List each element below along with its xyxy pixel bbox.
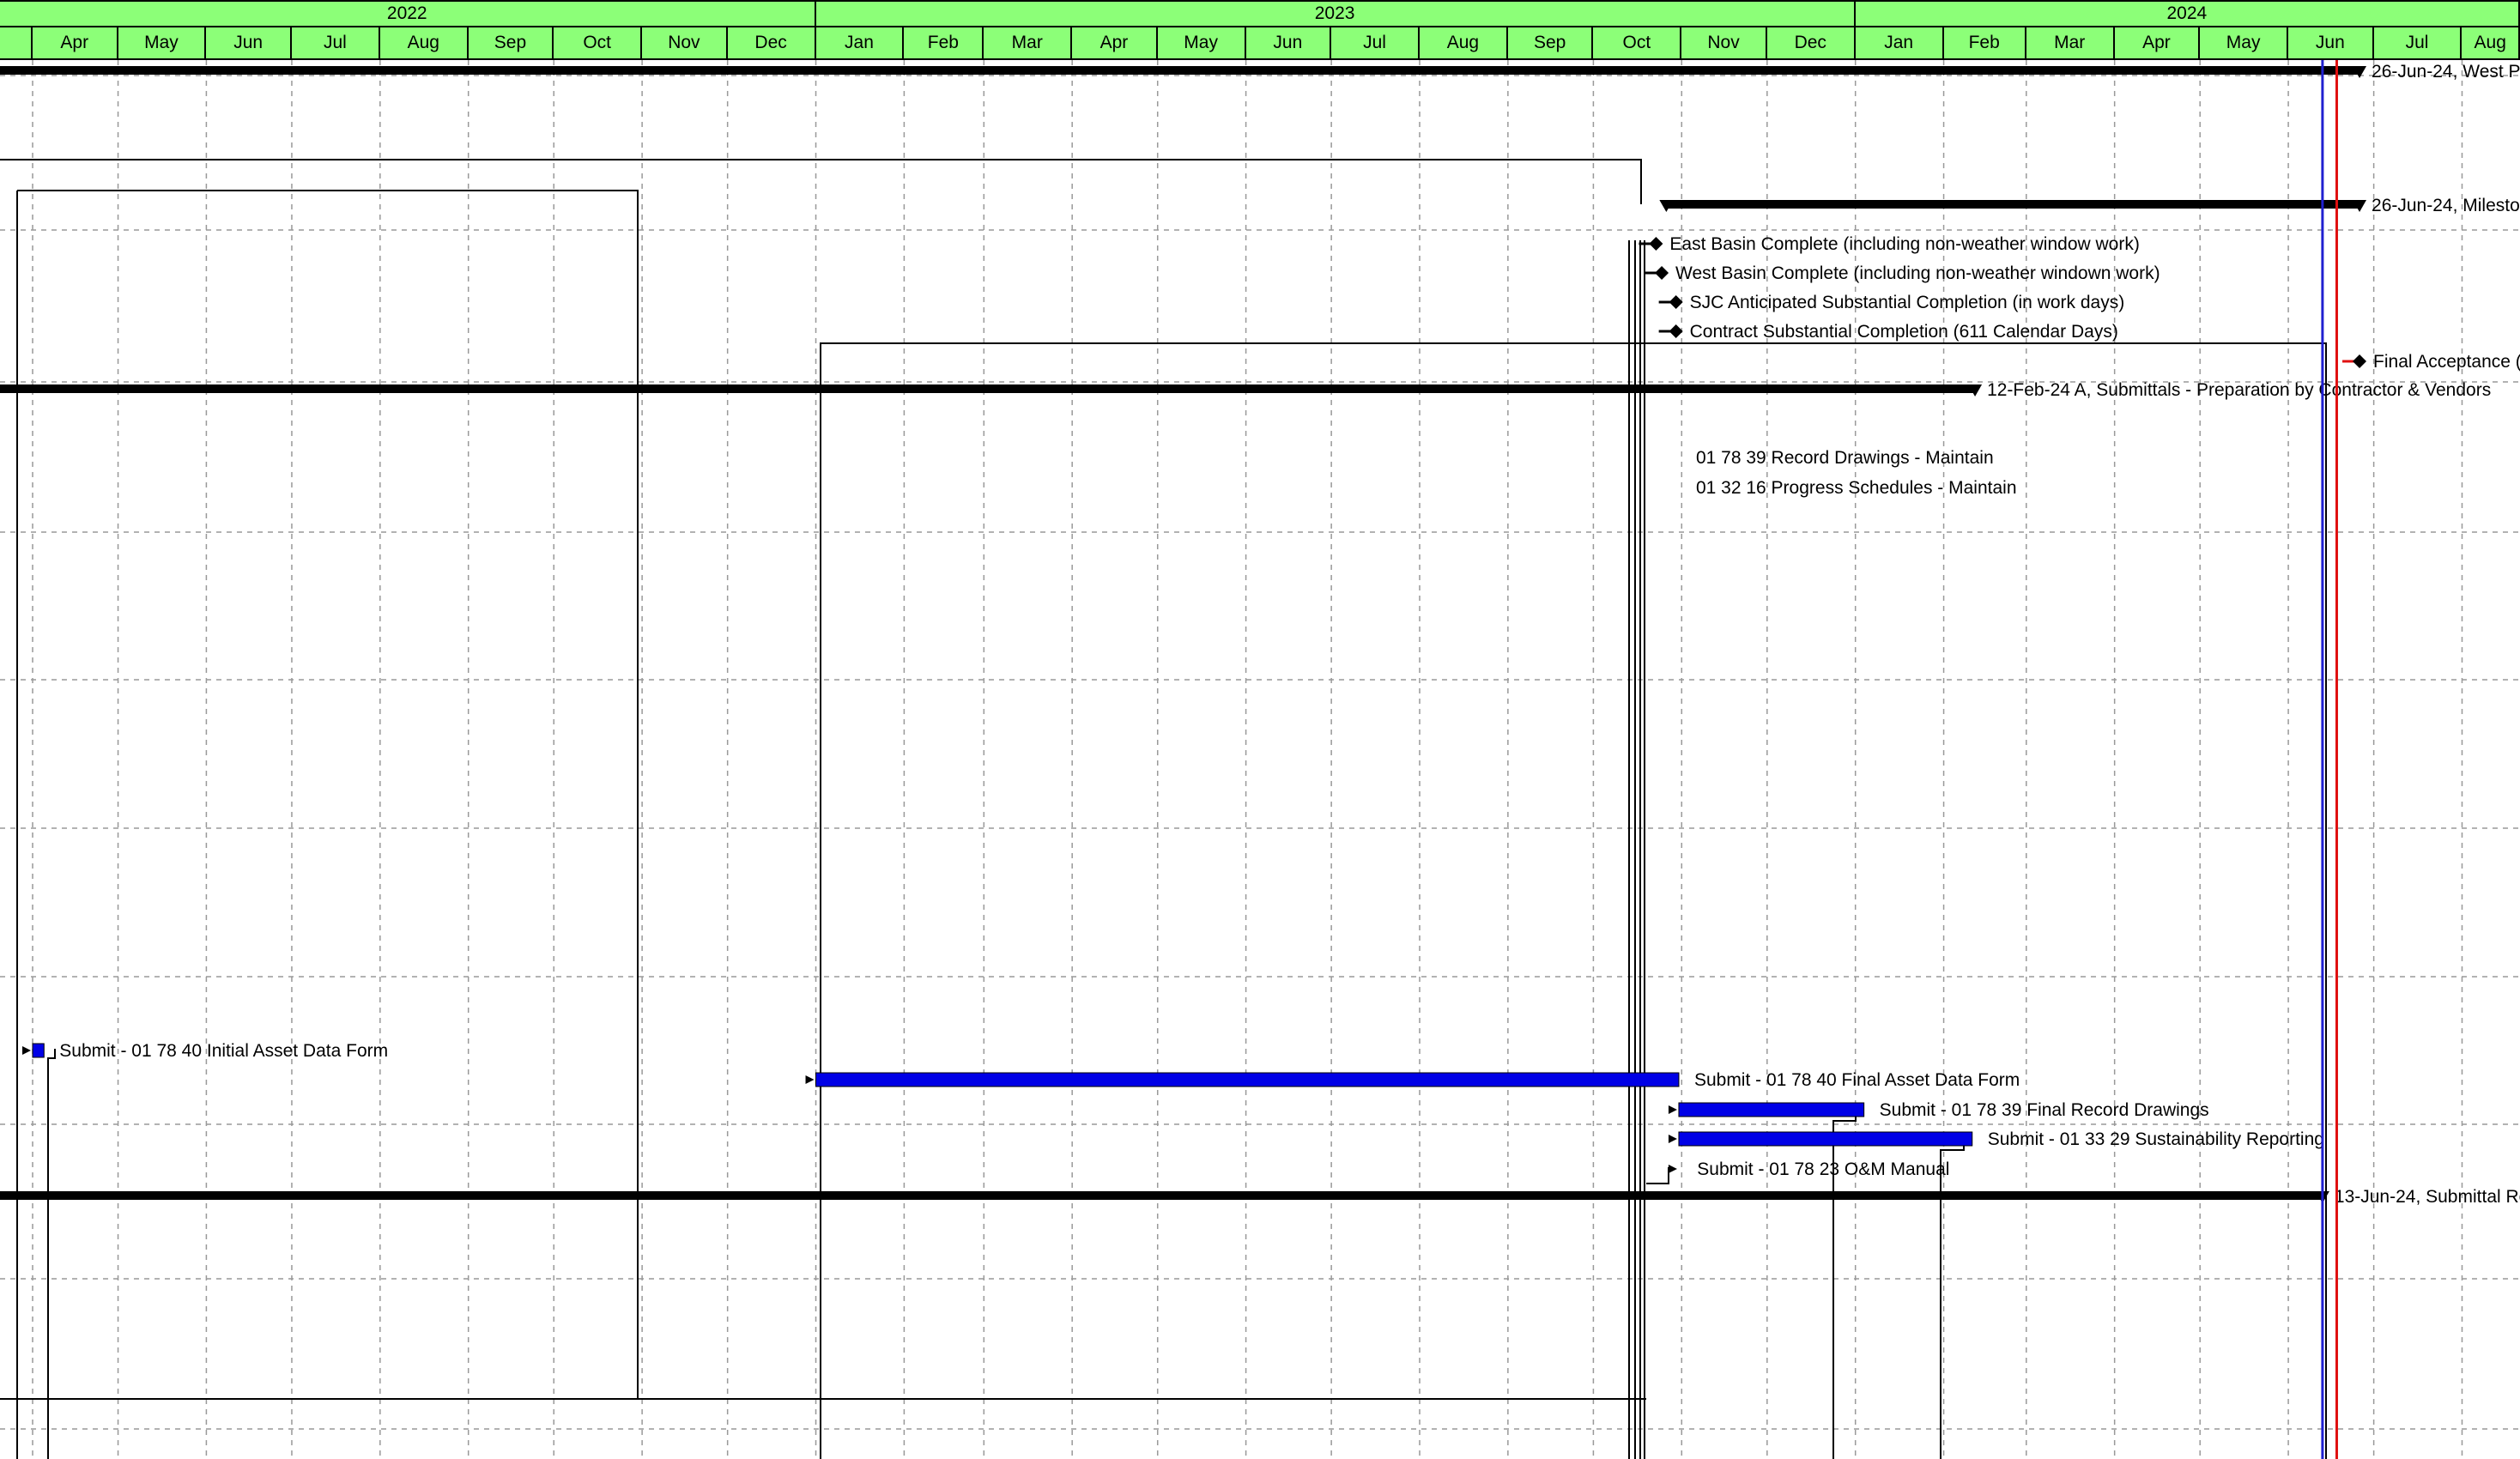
summary-bar-label: 26-Jun-24, Milestone: [2372, 196, 2520, 215]
month-header-2022-11: Nov: [642, 27, 728, 60]
month-header-2024-05: May: [2200, 27, 2289, 60]
gantt-bar-area: 26-Jun-24, West Po 26-Jun-24, Milestone 12…: [0, 60, 2520, 1459]
month-header-2024-01: Jan: [1855, 27, 1944, 60]
year-header-2023: 2023: [815, 0, 1856, 27]
month-header-2022-03: [0, 27, 33, 60]
gantt-chart: 2022 2023 2024 Apr May Jun Jul Aug Sep Oct Nov Dec…: [0, 0, 2520, 1459]
summary-bar-label: 12-Feb-24 A, Submittals - Preparation by…: [1987, 380, 2491, 400]
month-header-2023-05: May: [1157, 27, 1246, 60]
summary-bar: [1664, 200, 2360, 209]
month-header-2022-10: Oct: [554, 27, 643, 60]
activity-label: 01 32 16 Progress Schedules - Maintain: [1696, 478, 2017, 498]
month-header-2022-05: May: [118, 27, 207, 60]
milestone-label: Contract Substantial Completion (611 Cal…: [1690, 322, 2118, 342]
activity-arrow: [1668, 1165, 1677, 1173]
month-header-2022-08: Aug: [379, 27, 469, 60]
summary-bar-label: 13-Jun-24, Submittal Rev: [2335, 1187, 2520, 1207]
summary-bar: [0, 1191, 2323, 1200]
activity-label: Submit - 01 78 23 O&M Manual: [1697, 1159, 1949, 1179]
month-header-2023-10: Oct: [1593, 27, 1682, 60]
month-header-2022-04: Apr: [33, 27, 118, 60]
logic-line: [17, 190, 639, 1400]
activity-label: 01 78 39 Record Drawings - Maintain: [1696, 448, 1994, 468]
month-header-2023-08: Aug: [1420, 27, 1508, 60]
milestone-diamond: [2353, 354, 2367, 368]
milestone-diamond: [1669, 324, 1683, 338]
month-header-2024-03: Mar: [2026, 27, 2115, 60]
logic-line: [1646, 1167, 1669, 1184]
timescale-year-row: 2022 2023 2024: [0, 0, 2520, 27]
month-header-2023-06: Jun: [1245, 27, 1332, 60]
activity-arrow: [22, 1046, 31, 1055]
month-header-2024-04: Apr: [2114, 27, 2201, 60]
milestone-label: West Basin Complete (including non-weath…: [1675, 263, 2160, 283]
month-header-2022-07: Jul: [291, 27, 380, 60]
activity-label: Submit - 01 33 29 Sustainability Reporti…: [1988, 1129, 2324, 1149]
logic-line: [47, 1049, 56, 1459]
summary-bar: [0, 384, 1976, 393]
month-header-2023-07: Jul: [1331, 27, 1420, 60]
timescale-month-row: Apr May Jun Jul Aug Sep Oct Nov Dec Jan Feb Mar Apr M…: [0, 27, 2520, 60]
activity-bar: [1678, 1102, 1865, 1117]
month-header-2024-08: Aug: [2462, 27, 2520, 60]
milestone-diamond: [1655, 266, 1669, 280]
milestone-diamond: [1669, 295, 1683, 309]
month-header-2023-12: Dec: [1766, 27, 1856, 60]
logic-line: [0, 159, 1642, 204]
year-header-2024: 2024: [1855, 0, 2520, 27]
month-header-2024-06: Jun: [2288, 27, 2374, 60]
month-header-2023-04: Apr: [1072, 27, 1158, 60]
logic-line: [820, 342, 2327, 1459]
month-header-2023-01: Jan: [815, 27, 905, 60]
activity-label: Submit - 01 78 40 Final Asset Data Form: [1694, 1070, 2020, 1090]
month-header-2022-06: Jun: [206, 27, 292, 60]
month-header-2023-02: Feb: [904, 27, 984, 60]
activity-bar: [1678, 1131, 1973, 1147]
milestone-label: East Basin Complete (including non-weath…: [1669, 234, 2139, 254]
milestone-label: SJC Anticipated Substantial Completion (…: [1690, 293, 2125, 312]
month-header-2022-12: Dec: [727, 27, 816, 60]
activity-arrow: [805, 1075, 815, 1084]
activity-label: Submit - 01 78 40 Initial Asset Data For…: [59, 1041, 388, 1061]
summary-bar-label: 26-Jun-24, West Po: [2372, 62, 2520, 82]
year-header-2022: 2022: [0, 0, 816, 27]
month-header-2022-09: Sep: [468, 27, 554, 60]
activity-label: Submit - 01 78 39 Final Record Drawings: [1880, 1100, 2209, 1120]
activity-arrow: [1668, 1135, 1677, 1143]
activity-bar: [815, 1072, 1680, 1087]
month-header-2024-07: Jul: [2373, 27, 2462, 60]
activity-bar: [32, 1043, 45, 1058]
month-header-2023-03: Mar: [984, 27, 1073, 60]
month-header-2024-02: Feb: [1943, 27, 2026, 60]
milestone-diamond: [1649, 237, 1663, 251]
milestone-label: Final Acceptance (pe: [2373, 352, 2520, 372]
summary-bar: [0, 66, 2360, 75]
month-header-2023-09: Sep: [1507, 27, 1594, 60]
month-header-2023-11: Nov: [1681, 27, 1767, 60]
activity-arrow: [1668, 1105, 1677, 1114]
